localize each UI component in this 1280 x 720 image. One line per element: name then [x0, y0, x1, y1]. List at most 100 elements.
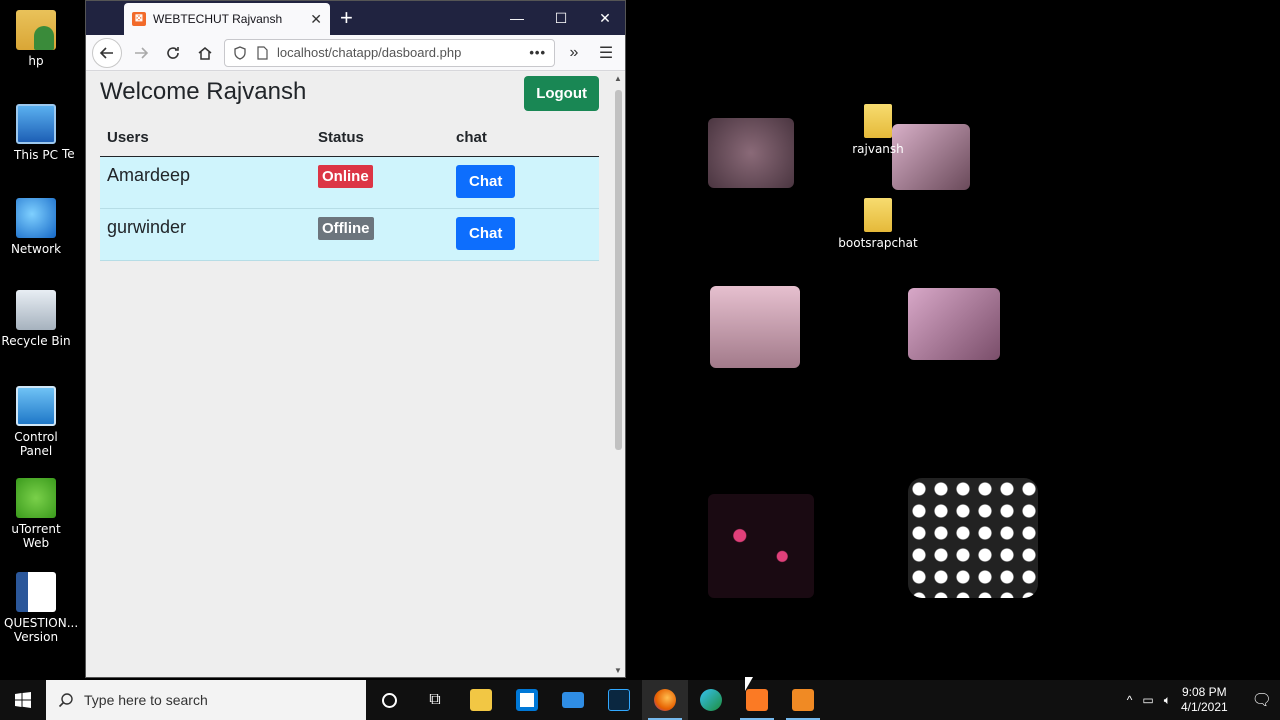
back-button[interactable]	[92, 37, 122, 68]
battery-icon[interactable]: ▭	[1142, 693, 1153, 707]
xampp-favicon-icon: ⊠	[132, 12, 146, 26]
url-text[interactable]: localhost/chatapp/dasboard.php	[277, 45, 521, 60]
wallpaper-tile	[710, 286, 800, 368]
chat-cell: Chat	[449, 208, 599, 261]
desktop-icon-label: Recycle Bin	[1, 334, 71, 348]
desktop-icon-question-doc[interactable]: QUESTION... Version	[0, 572, 79, 644]
user-name: Amardeep	[107, 165, 191, 185]
scrollbar-thumb[interactable]	[615, 90, 622, 450]
vertical-scrollbar[interactable]: ▲ ▼	[612, 72, 625, 677]
column-header-status: Status	[311, 121, 449, 157]
user-cell: Amardeep	[100, 156, 311, 209]
double-chevron-right-icon: »	[569, 43, 579, 61]
menu-button[interactable]: ☰	[593, 40, 619, 66]
column-header-chat: chat	[449, 121, 599, 157]
wallpaper-tile	[708, 118, 794, 188]
firefox-button[interactable]	[642, 680, 688, 720]
search-placeholder: Type here to search	[84, 692, 208, 708]
address-bar[interactable]: localhost/chatapp/dasboard.php •••	[224, 38, 555, 67]
reload-icon	[167, 46, 179, 59]
tab-title: WEBTECHUT Rajvansh	[153, 12, 283, 26]
minimize-button[interactable]: —	[495, 1, 539, 35]
page-title: Welcome Rajvansh	[100, 78, 307, 105]
app-button[interactable]	[780, 680, 826, 720]
clock[interactable]: 9:08 PM 4/1/2021	[1181, 685, 1228, 715]
volume-icon[interactable]: 🔈︎	[1164, 693, 1171, 708]
word-doc-icon	[16, 572, 56, 612]
shield-icon[interactable]	[233, 45, 247, 60]
computer-icon	[16, 104, 56, 144]
browser-toolbar: localhost/chatapp/dasboard.php ••• » ☰	[86, 35, 625, 71]
new-tab-button[interactable]: +	[340, 5, 353, 31]
browser-titlebar: ⊠ WEBTECHUT Rajvansh ✕ + — ☐ ✕	[86, 1, 625, 35]
file-explorer-icon	[470, 689, 492, 711]
app-icon	[792, 689, 814, 711]
utorrent-icon	[16, 478, 56, 518]
clock-time: 9:08 PM	[1181, 685, 1227, 699]
desktop-icon-label: Network	[10, 242, 62, 256]
browser-window: ⊠ WEBTECHUT Rajvansh ✕ + — ☐ ✕ localhost…	[85, 0, 626, 678]
chat-button[interactable]: Chat	[456, 165, 516, 198]
mail-button[interactable]	[550, 680, 596, 720]
network-icon	[16, 198, 56, 238]
cortana-button[interactable]	[366, 680, 412, 720]
desktop-folder-bootsrapchat[interactable]: bootsrapchat	[838, 198, 918, 250]
status-badge: Online	[318, 165, 373, 188]
close-window-button[interactable]: ✕	[583, 1, 627, 35]
firefox-icon	[654, 689, 676, 711]
desktop-icon-control-panel[interactable]: Control Panel	[0, 386, 72, 458]
page-icon	[257, 45, 268, 60]
recycle-bin-icon	[16, 290, 56, 330]
user-cell: gurwinder	[100, 208, 311, 261]
desktop-icon-hp[interactable]: hp	[0, 10, 72, 68]
scroll-up-icon[interactable]: ▲	[614, 74, 622, 83]
desktop-folder-rajvansh[interactable]: rajvansh	[838, 104, 918, 156]
reload-button[interactable]	[160, 40, 186, 66]
task-view-button[interactable]: ⧉	[412, 680, 458, 720]
maximize-button[interactable]: ☐	[539, 1, 583, 35]
desktop-icon-network[interactable]: Network	[0, 198, 72, 256]
forward-button[interactable]	[128, 40, 154, 66]
table-row: Amardeep Online Chat	[100, 156, 599, 209]
mouse-cursor-icon	[745, 677, 753, 691]
store-icon	[516, 689, 538, 711]
desktop-icon-recycle-bin[interactable]: Recycle Bin	[0, 290, 72, 348]
photoshop-icon	[608, 689, 630, 711]
home-button[interactable]	[192, 40, 218, 66]
folder-icon	[864, 198, 892, 232]
logout-button[interactable]: Logout	[524, 76, 599, 111]
hamburger-icon: ☰	[598, 44, 614, 62]
folder-label: rajvansh	[852, 142, 904, 156]
table-row: gurwinder Offline Chat	[100, 208, 599, 261]
desktop-icon-label: QUESTION... Version	[4, 616, 79, 644]
photoshop-button[interactable]	[596, 680, 642, 720]
edge-button[interactable]	[688, 680, 734, 720]
browser-tab[interactable]: ⊠ WEBTECHUT Rajvansh ✕	[124, 3, 330, 35]
status-badge: Offline	[318, 217, 374, 240]
start-button[interactable]	[0, 680, 46, 720]
chat-button[interactable]: Chat	[456, 217, 516, 250]
desktop-icon-label: hp	[28, 54, 44, 68]
folder-icon	[864, 104, 892, 138]
close-tab-icon[interactable]: ✕	[310, 11, 322, 28]
xampp-button[interactable]	[734, 680, 780, 720]
notifications-icon[interactable]: 🗨︎	[1238, 690, 1272, 710]
overflow-button[interactable]: »	[561, 40, 587, 66]
taskbar: Type here to search ⧉ ^ ▭ 🔈︎ 9:08 PM 4/1…	[0, 680, 1280, 720]
xampp-icon	[746, 689, 768, 711]
store-button[interactable]	[504, 680, 550, 720]
taskbar-search[interactable]: Type here to search	[46, 680, 366, 720]
user-folder-icon	[16, 10, 56, 50]
wallpaper-tile	[708, 494, 814, 598]
column-header-users: Users	[100, 121, 311, 157]
users-table: Users Status chat Amardeep Online Chat g…	[100, 121, 599, 261]
chevron-up-icon[interactable]: ^	[1127, 693, 1133, 707]
desktop-icon-label: uTorrent Web	[11, 522, 61, 550]
desktop-icon-utorrent[interactable]: uTorrent Web	[0, 478, 72, 550]
page-actions-icon[interactable]: •••	[529, 45, 546, 60]
scroll-down-icon[interactable]: ▼	[614, 666, 622, 675]
cortana-icon	[381, 692, 397, 708]
file-explorer-button[interactable]	[458, 680, 504, 720]
control-panel-icon	[16, 386, 56, 426]
user-name: gurwinder	[107, 217, 187, 237]
